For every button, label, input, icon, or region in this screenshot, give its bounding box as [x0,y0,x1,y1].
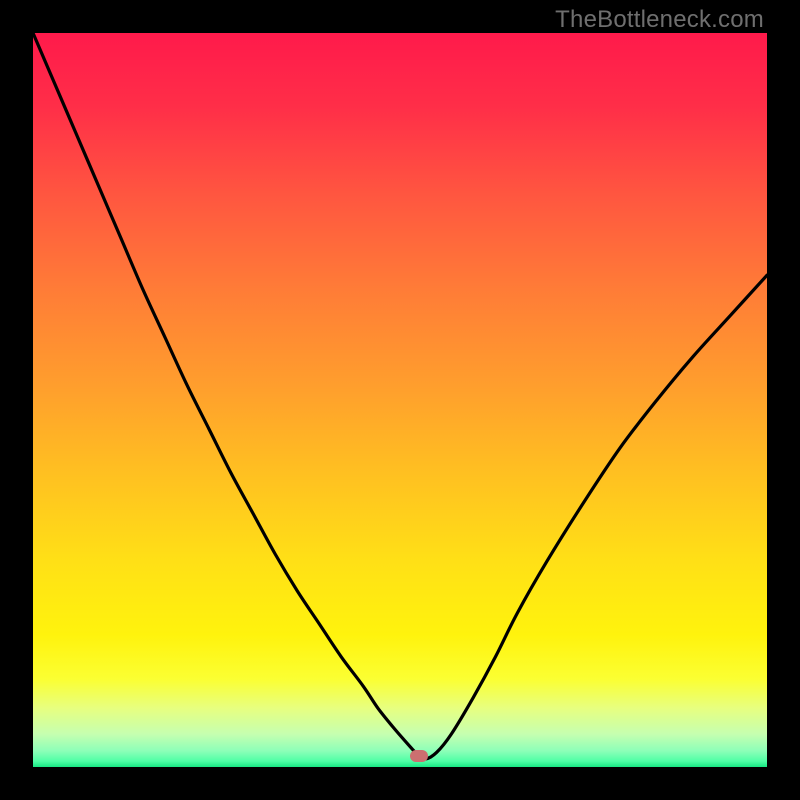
watermark-text: TheBottleneck.com [555,6,764,34]
minimum-marker [410,750,428,762]
plot-area [33,33,767,767]
bottleneck-curve [33,33,767,767]
chart-frame: TheBottleneck.com [0,0,800,800]
